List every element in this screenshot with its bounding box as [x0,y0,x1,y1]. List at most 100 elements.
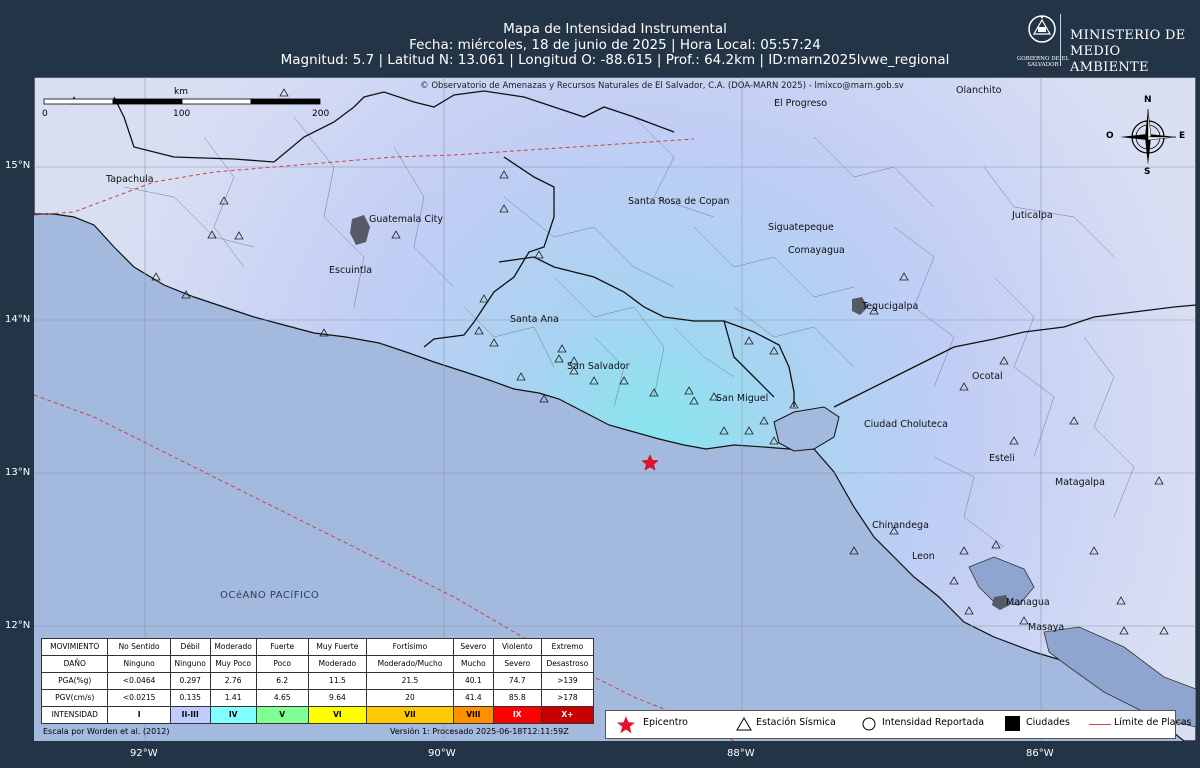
ministry-line-2: MEDIO AMBIENTE [1070,44,1149,75]
table-cell: Moderado [307,655,368,673]
row-dano: DAÑO Ninguno Ninguno Muy Poco Poco Moder… [40,655,595,673]
legend-reported: Intensidad Reportada [882,717,985,728]
table-cell: MOVIMIENTO [40,638,109,656]
table-cell: Débil [169,638,211,656]
table-cell: Mucho [452,655,494,673]
intensity-swatch: V [255,706,309,724]
reported-legend-icon [862,717,876,731]
table-cell: 9.64 [307,689,368,707]
epicenter-legend-icon [617,716,635,734]
table-cell: 6.2 [255,672,309,690]
city-label: Chinandega [872,520,929,531]
table-cell: 41.4 [452,689,494,707]
ministry-line-1: MINISTERIO DE [1070,28,1186,43]
intensity-swatch: X+ [540,706,595,724]
intensity-swatch: II-III [169,706,211,724]
city-label: Comayagua [788,245,845,256]
city-label: Tegucigalpa [862,301,919,312]
table-cell: <0.0215 [107,689,171,707]
city-label: Leon [912,551,935,562]
legend-epicenter: Epicentro [643,717,688,728]
table-cell: PGV(cm/s) [40,689,109,707]
intensity-swatch: IV [209,706,257,724]
row-movimiento: MOVIMIENTO No Sentido Débil Moderado Fue… [40,638,595,656]
compass-n: N [1144,95,1152,105]
ministry-logo: GOBIERNO DE EL SALVADOR MINISTERIO DE ME… [1012,12,1192,75]
table-cell: 4.65 [255,689,309,707]
table-cell: 0.297 [169,672,211,690]
table-cell: Severo [452,638,494,656]
coat-of-arms-icon [1020,12,1064,56]
table-cell: Poco [255,655,309,673]
cities-legend-icon [1005,716,1020,731]
intensity-swatch: VI [307,706,368,724]
table-cell: Desastroso [540,655,595,673]
table-cell: Severo [492,655,542,673]
ministry-name: MINISTERIO DE MEDIO AMBIENTE [1070,28,1192,76]
table-cell: 11.5 [307,672,368,690]
table-cell: Muy Fuerte [307,638,368,656]
scale-unit: km [174,87,188,97]
intensity-map[interactable]: © Observatorio de Amenazas y Recursos Na… [34,77,1196,741]
legend-station: Estación Sísmica [756,717,836,728]
scale-tick-200: 200 [312,109,330,119]
city-label: Managua [1006,597,1050,608]
ocean-label: OCéANO PACíFICO [220,590,320,601]
city-label: Guatemala City [369,214,443,225]
logo-divider [1060,14,1061,66]
compass-e: E [1179,131,1186,141]
table-cell: Ninguno [107,655,171,673]
intensity-swatch: VII [366,706,454,724]
city-label: Tapachula [106,174,154,185]
table-cell: Fortísimo [366,638,454,656]
table-cell: Extremo [540,638,595,656]
lon-label-86: 86°W [1026,748,1054,759]
city-label: Masaya [1028,622,1065,633]
table-cell: >178 [540,689,595,707]
table-cell: 74.7 [492,672,542,690]
table-cell: 40.1 [452,672,494,690]
table-cell: 0.135 [169,689,211,707]
lat-label-13: 13°N [5,467,31,478]
scale-tick-0: 0 [42,109,48,119]
map-legend: Epicentro Estación Sísmica Intensidad Re… [605,710,1192,739]
city-label: Esteli [989,453,1015,464]
table-cell: Moderado [209,638,257,656]
city-label: Siguatepeque [768,222,834,233]
scale-tick-100: 100 [173,109,191,119]
table-cell: 85.8 [492,689,542,707]
compass-s: S [1144,167,1151,177]
row-pga: PGA(%g) <0.0464 0.297 2.76 6.2 11.5 21.5… [40,672,595,690]
city-label: Juticalpa [1012,210,1053,221]
table-cell: Fuerte [255,638,309,656]
table-cell: 2.76 [209,672,257,690]
lat-label-14: 14°N [5,314,31,325]
city-label: Ocotal [972,371,1003,382]
legend-plates: Límite de Placas [1114,717,1192,728]
lon-label-88: 88°W [727,748,755,759]
table-cell: <0.0464 [107,672,171,690]
table-cell: No Sentido [107,638,171,656]
table-cell: 20 [366,689,454,707]
table-cell: Moderado/Mucho [366,655,454,673]
plates-legend-icon [1089,724,1111,725]
lat-label-15: 15°N [5,160,31,171]
city-label: San Salvador [567,361,630,372]
lon-label-90: 90°W [428,748,456,759]
scale-reference: Escala por Worden et al. (2012) [43,727,170,736]
table-cell: PGA(%g) [40,672,109,690]
city-label: Ciudad Choluteca [864,419,948,430]
city-label: Santa Ana [510,314,559,325]
table-cell: Violento [492,638,542,656]
table-cell: INTENSIDAD [40,706,109,724]
row-pgv: PGV(cm/s) <0.0215 0.135 1.41 4.65 9.64 2… [40,689,595,707]
intensity-scale-table: MOVIMIENTO No Sentido Débil Moderado Fue… [40,638,595,724]
table-cell: DAÑO [40,655,109,673]
legend-cities: Ciudades [1026,717,1070,728]
scale-bar: km 0 100 200 [40,87,329,120]
city-label: Santa Rosa de Copan [628,196,730,207]
city-label: Olanchito [956,85,1002,96]
gov-label: GOBIERNO DE EL SALVADOR [1016,56,1070,68]
city-label: El Progreso [774,98,828,109]
table-cell: >139 [540,672,595,690]
